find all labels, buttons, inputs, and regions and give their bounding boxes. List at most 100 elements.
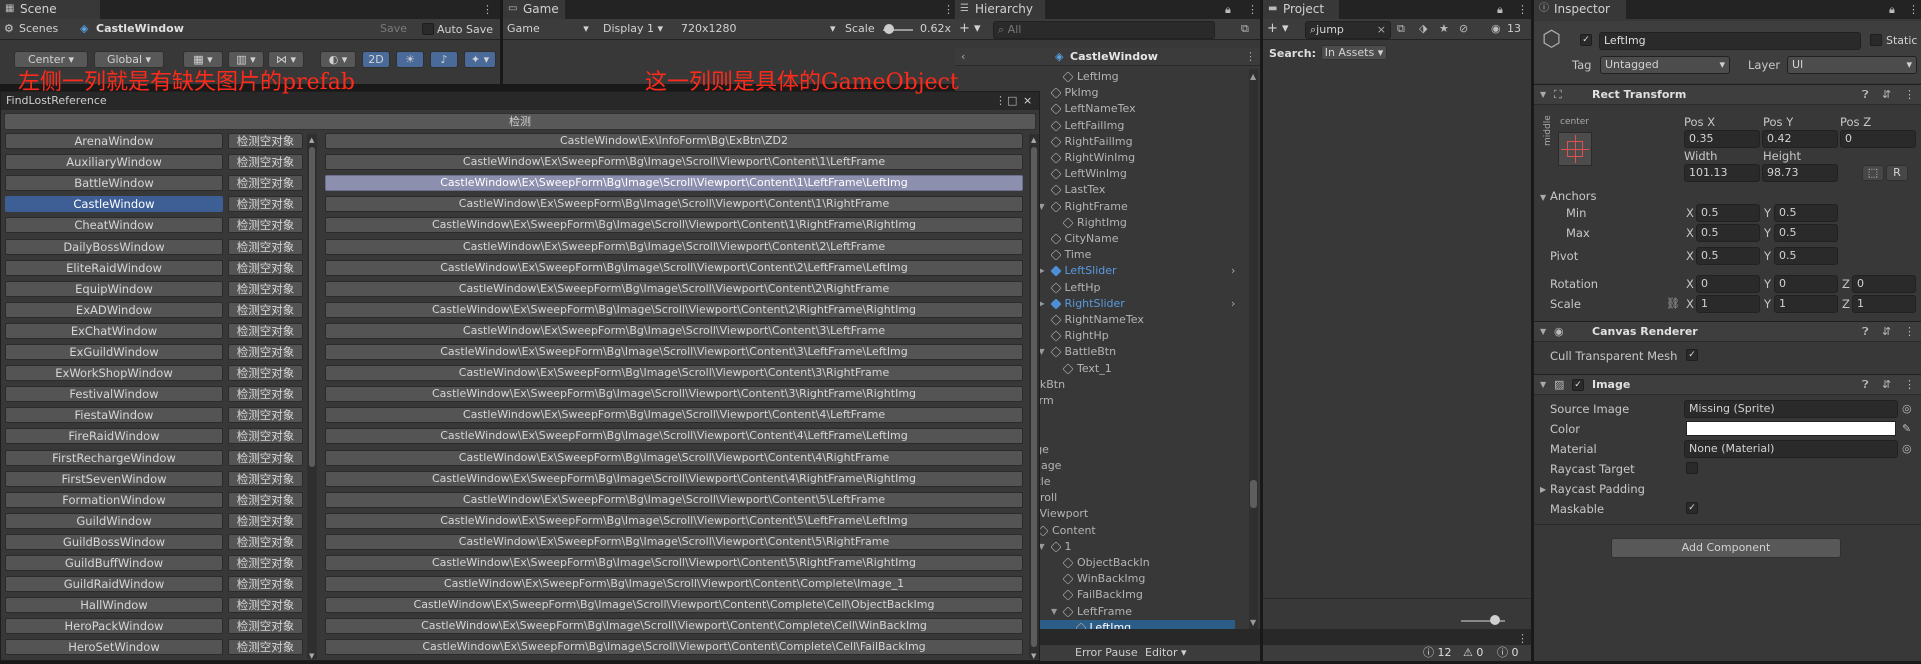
component-menu-icon[interactable]: ⋮ — [1904, 87, 1915, 103]
grid-toggle-button[interactable]: ▥ ▾ — [228, 51, 264, 68]
missing-path-button[interactable]: CastleWindow\Ex\SweepForm\Bg\Image\Scrol… — [325, 639, 1023, 656]
missing-path-button[interactable]: CastleWindow\Ex\SweepForm\Bg\Image\Scrol… — [325, 576, 1023, 593]
rotation-y-field[interactable]: 0 — [1774, 275, 1838, 293]
check-empty-button[interactable]: 检测空对象 — [228, 175, 303, 192]
prefab-button[interactable]: FiestaWindow — [5, 407, 223, 424]
project-search-input[interactable]: ⌕jump × — [1305, 21, 1391, 39]
object-picker-icon[interactable]: ◎ — [1902, 441, 1912, 457]
foldout-arrow-icon[interactable]: ▼ — [1540, 324, 1546, 340]
object-name-field[interactable]: LeftImg — [1599, 32, 1861, 50]
prefab-button[interactable]: EquipWindow — [5, 280, 223, 297]
canvas-renderer-header[interactable]: ▼ ◉ Canvas Renderer ❓︎ ⇵ ⋮ — [1534, 321, 1921, 342]
raycast-padding-label[interactable]: Raycast Padding — [1550, 481, 1645, 497]
eyedropper-icon[interactable]: ✎ — [1902, 421, 1911, 437]
missing-path-button[interactable]: CastleWindow\Ex\SweepForm\Bg\Image\Scrol… — [325, 344, 1023, 360]
prefab-button[interactable]: EliteRaidWindow — [5, 259, 223, 276]
game-mode-dropdown[interactable]: Game ▾ — [507, 21, 589, 37]
width-field[interactable]: 101.13 — [1684, 164, 1760, 182]
project-menu-icon[interactable]: ⋮ — [1517, 2, 1528, 18]
hierarchy-scrollbar-thumb[interactable] — [1250, 480, 1257, 508]
left-scrollbar-thumb[interactable] — [309, 147, 315, 467]
editor-dropdown[interactable]: Editor ▾ — [1145, 645, 1187, 661]
window-menu-icon[interactable]: ⋮ — [995, 93, 1006, 109]
close-icon[interactable]: × — [1023, 93, 1032, 109]
pos-y-field[interactable]: 0.42 — [1762, 130, 1838, 148]
missing-path-button[interactable]: CastleWindow\Ex\SweepForm\Bg\Image\Scrol… — [325, 555, 1023, 571]
prefab-button[interactable]: FormationWindow — [5, 491, 223, 508]
rotation-x-field[interactable]: 0 — [1696, 275, 1760, 293]
scale-x-field[interactable]: 1 — [1696, 295, 1760, 313]
prefab-button[interactable]: ExWorkShopWindow — [5, 365, 223, 382]
display-dropdown[interactable]: Display 1 ▾ — [603, 21, 663, 37]
anchor-max-y-field[interactable]: 0.5 — [1774, 224, 1838, 242]
effects-toggle[interactable]: ✦ ▾ — [464, 51, 496, 68]
color-swatch[interactable] — [1686, 421, 1896, 436]
help-icon[interactable]: ❓︎ — [1862, 87, 1869, 103]
missing-path-button[interactable]: CastleWindow\Ex\SweepForm\Bg\Image\Scrol… — [325, 533, 1023, 550]
scene-menu-icon[interactable]: ⋮ — [482, 2, 493, 18]
presets-icon[interactable]: ⇵ — [1882, 324, 1891, 340]
missing-path-button[interactable]: CastleWindow\Ex\SweepForm\Bg\Image\Scrol… — [325, 597, 1023, 614]
lock-icon[interactable]: 🔒︎ — [1225, 2, 1231, 18]
missing-path-button[interactable]: CastleWindow\Ex\SweepForm\Bg\Image\Scrol… — [325, 386, 1023, 403]
hierarchy-menu-icon[interactable]: ⋮ — [1247, 2, 1258, 18]
check-empty-button[interactable]: 检测空对象 — [228, 154, 303, 171]
error-pause-button[interactable]: Error Pause — [1075, 645, 1138, 661]
static-checkbox[interactable] — [1870, 34, 1882, 46]
prefab-button[interactable]: ExChatWindow — [5, 322, 223, 339]
check-empty-button[interactable]: 检测空对象 — [228, 491, 303, 508]
help-icon[interactable]: ❓︎ — [1862, 377, 1869, 393]
prefab-button[interactable]: BattleWindow — [5, 175, 223, 192]
height-field[interactable]: 98.73 — [1762, 164, 1838, 182]
prefab-button[interactable]: HallWindow — [5, 597, 223, 614]
search-by-type-icon[interactable]: ⧉ — [1397, 21, 1405, 37]
mode-2d-toggle[interactable]: 2D — [362, 51, 390, 68]
missing-path-button[interactable]: CastleWindow\Ex\SweepForm\Bg\Image\Scrol… — [325, 407, 1023, 424]
scale-slider-thumb[interactable] — [884, 24, 894, 34]
presets-icon[interactable]: ⇵ — [1882, 377, 1891, 393]
missing-path-button[interactable]: CastleWindow\Ex\SweepForm\Bg\Image\Scrol… — [325, 512, 1023, 529]
missing-path-button[interactable]: CastleWindow\Ex\SweepForm\Bg\Image\Scrol… — [325, 428, 1023, 445]
check-empty-button[interactable]: 检测空对象 — [228, 512, 303, 529]
space-mode-dropdown[interactable]: Global ▾ — [94, 51, 164, 68]
check-empty-button[interactable]: 检测空对象 — [228, 365, 303, 382]
help-icon[interactable]: ❓︎ — [1862, 324, 1869, 340]
foldout-arrow-icon[interactable]: ▼ — [1540, 87, 1546, 103]
open-prefab-chevron-icon[interactable]: › — [1231, 296, 1235, 312]
open-prefab-chevron-icon[interactable]: › — [1231, 263, 1235, 279]
check-empty-button[interactable]: 检测空对象 — [228, 576, 303, 593]
game-menu-icon[interactable]: ⋮ — [943, 2, 954, 18]
missing-path-button[interactable]: CastleWindow\Ex\SweepForm\Bg\Image\Scrol… — [325, 154, 1023, 171]
pivot-y-field[interactable]: 0.5 — [1774, 247, 1838, 265]
check-empty-button[interactable]: 检测空对象 — [228, 344, 303, 360]
foldout-arrow-icon[interactable]: ▼ — [1540, 190, 1546, 206]
prefab-button[interactable]: CastleWindow — [5, 196, 223, 213]
missing-path-button[interactable]: CastleWindow\Ex\SweepForm\Bg\Image\Scrol… — [325, 449, 1023, 466]
resolution-dropdown[interactable]: 720x1280 ▾ — [681, 21, 836, 37]
tab-inspector[interactable]: ⓘ Inspector — [1534, 0, 1626, 19]
source-image-field[interactable]: Missing (Sprite) — [1684, 400, 1898, 418]
lock-icon[interactable]: 🔒︎ — [1889, 2, 1895, 18]
tag-dropdown[interactable]: Untagged ▾ — [1600, 56, 1730, 74]
missing-path-button[interactable]: CastleWindow\Ex\InfoForm\Bg\ExBtn\ZD2 — [325, 133, 1023, 149]
in-assets-dropdown[interactable]: In Assets ▾ — [1321, 45, 1387, 60]
check-empty-button[interactable]: 检测空对象 — [228, 259, 303, 276]
prefab-button[interactable]: ArenaWindow — [5, 133, 223, 149]
scale-z-field[interactable]: 1 — [1852, 295, 1916, 313]
check-empty-button[interactable]: 检测空对象 — [228, 639, 303, 656]
rotation-z-field[interactable]: 0 — [1852, 275, 1916, 293]
grid-snap-button[interactable]: ▦ ▾ — [183, 51, 223, 68]
foldout-arrow-icon[interactable]: ▶ — [1540, 482, 1546, 498]
detect-all-button[interactable]: 检测 — [4, 113, 1036, 130]
hidden-packages-icon[interactable]: ⊘ — [1459, 21, 1468, 37]
prefab-button[interactable]: ExGuildWindow — [5, 344, 223, 360]
prefab-button[interactable]: ExADWindow — [5, 301, 223, 318]
missing-path-button[interactable]: CastleWindow\Ex\SweepForm\Bg\Image\Scrol… — [325, 196, 1023, 213]
scenes-label[interactable]: Scenes — [19, 21, 58, 37]
hierarchy-item[interactable]: LeftImg — [955, 69, 1235, 85]
prefab-button[interactable]: FirstSevenWindow — [5, 470, 223, 487]
lighting-toggle[interactable]: ☀ — [396, 51, 424, 68]
scenes-icon[interactable]: ⚙ — [4, 21, 14, 37]
tab-game[interactable]: ▭ Game — [503, 0, 565, 19]
image-component-header[interactable]: ▼ ▨ ✓ Image ❓︎ ⇵ ⋮ — [1534, 374, 1921, 395]
